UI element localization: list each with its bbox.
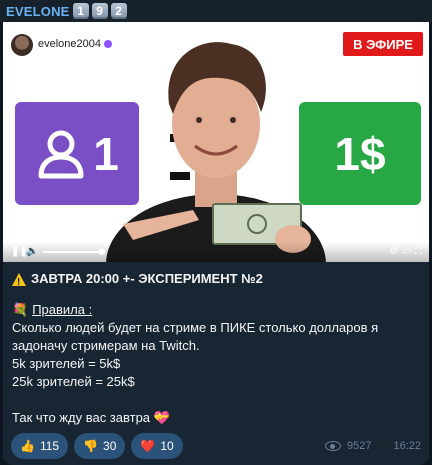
thumbs-down-icon: 👎: [83, 439, 99, 453]
channel-post: evelone2004 В ЭФИРЕ 1 1$ ❚❚ 🔈 ⚙ ▭ ⛶ ! ЗА…: [3, 22, 429, 465]
volume-icon[interactable]: 🔈: [26, 246, 38, 257]
uploader-label: evelone2004: [38, 38, 102, 50]
reaction-count: 115: [39, 439, 60, 453]
number-key-1: 1: [72, 3, 89, 19]
closing-text: Так что жду вас завтра: [12, 410, 151, 425]
uploader-name: evelone2004: [38, 38, 113, 50]
eye-icon: [324, 441, 341, 451]
dollar-card-text: 1$: [334, 127, 386, 180]
post-closing: Так что жду вас завтра 💝: [12, 409, 417, 427]
thumbs-up-icon: 👍: [20, 439, 35, 453]
fullscreen-icon[interactable]: ⛶: [415, 246, 422, 257]
post-headline: ЗАВТРА 20:00 +- ЭКСПЕРИМЕНТ №2: [12, 270, 417, 292]
rules-heading: 💐 Правила :: [12, 301, 417, 319]
streamer-image: [106, 42, 326, 262]
channel-header: EVELONE 1 9 2: [0, 0, 432, 22]
rules-label: Правила :: [32, 302, 93, 317]
reaction-count: 30: [103, 439, 117, 453]
reactions-bar: 👍 115 👎 30 ❤️ 10: [11, 433, 183, 459]
settings-icon[interactable]: ⚙: [389, 246, 398, 257]
live-badge: В ЭФИРЕ: [343, 32, 423, 56]
headline-text: ЗАВТРА 20:00 +- ЭКСПЕРИМЕНТ №2: [31, 271, 263, 286]
post-line-1: Сколько людей будет на стриме в ПИКЕ сто…: [12, 320, 379, 335]
video-player[interactable]: evelone2004 В ЭФИРЕ 1 1$ ❚❚ 🔈 ⚙ ▭ ⛶: [3, 22, 429, 262]
reaction-heart[interactable]: ❤️ 10: [131, 433, 183, 459]
channel-name: EVELONE: [6, 3, 70, 19]
user-icon: [38, 130, 84, 178]
progress-bar[interactable]: [43, 251, 105, 253]
reaction-thumbs-up[interactable]: 👍 115: [11, 433, 69, 459]
video-controls: ❚❚ 🔈 ⚙ ▭ ⛶: [3, 242, 429, 262]
post-text: ЗАВТРА 20:00 +- ЭКСПЕРИМЕНТ №2 💐 Правила…: [12, 270, 417, 427]
bouquet-icon: 💐: [12, 302, 29, 317]
number-key-3: 2: [110, 3, 127, 19]
heart-icon: ❤️: [140, 439, 156, 453]
progress-handle[interactable]: [98, 248, 105, 255]
post-line-3: 5k зрителей = 5k$: [12, 356, 121, 371]
warning-icon: [12, 272, 26, 292]
reaction-thumbs-down[interactable]: 👎 30: [74, 433, 126, 459]
pip-icon[interactable]: ▭: [402, 246, 411, 257]
channel-title[interactable]: EVELONE 1 9 2: [6, 3, 127, 19]
reaction-count: 10: [160, 439, 174, 453]
post-time: 16:22: [393, 440, 421, 452]
post-line-4: 25k зрителей = 25k$: [12, 374, 135, 389]
view-count: 9527: [346, 440, 372, 452]
avatar: [11, 34, 33, 56]
gift-heart-icon: 💝: [153, 410, 170, 425]
number-key-2: 9: [91, 3, 108, 19]
post-line-2: задоначу стримерам на Twitch.: [12, 338, 200, 353]
post-meta: 9527 16:22: [324, 440, 421, 452]
